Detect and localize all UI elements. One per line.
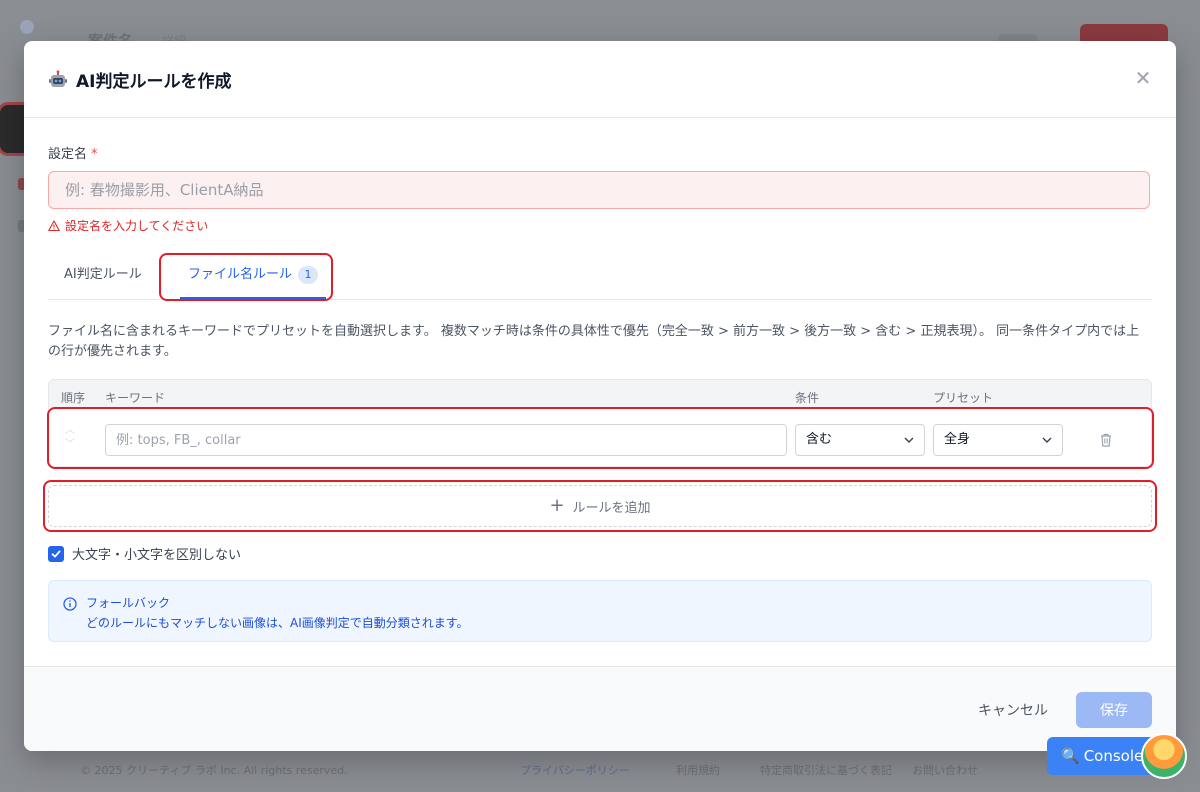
background-footer-link: 特定商取引法に基づく表記	[760, 764, 892, 777]
save-button[interactable]: 保存	[1076, 692, 1152, 728]
required-mark: *	[91, 147, 98, 162]
app-logo	[20, 20, 34, 34]
background-footer-copyright: © 2025 クリーティブ ラボ Inc. All rights reserve…	[80, 764, 348, 777]
tab-ai-rules[interactable]: AI判定ルール	[64, 259, 142, 299]
condition-value: 含む	[806, 432, 833, 447]
add-rule-label: ルールを追加	[572, 500, 651, 516]
create-rule-modal: AI判定ルールを作成 ✕ 設定名* 設定名を入力してください AI判定ルール フ…	[24, 41, 1176, 751]
check-icon	[51, 550, 61, 557]
chevron-down-icon[interactable]: ﹀	[63, 438, 77, 452]
reorder-handle[interactable]: ︿ ﹀	[63, 424, 77, 452]
tab-filename-rules[interactable]: ファイル名ルール 1	[180, 259, 327, 299]
case-insensitive-option: 大文字・小文字を区別しない	[48, 544, 241, 563]
close-icon[interactable]: ✕	[1134, 68, 1152, 88]
preset-select[interactable]: 全身	[933, 424, 1063, 456]
chevron-down-icon	[1042, 437, 1052, 443]
chevron-down-icon	[904, 437, 914, 443]
console-label: Console	[1083, 747, 1144, 765]
modal-footer: キャンセル 保存	[24, 666, 1176, 751]
rules-table: 順序 キーワード 条件 プリセット ︿ ﹀ 含む 全身	[48, 379, 1152, 467]
info-title: フォールバック	[86, 596, 171, 610]
background-footer-link: 利用規約	[676, 764, 720, 777]
rule-tabs: AI判定ルール ファイル名ルール 1	[48, 259, 1152, 300]
modal-title: AI判定ルールを作成	[48, 67, 231, 92]
table-header: 順序 キーワード 条件 プリセット	[49, 380, 1151, 408]
preset-value: 全身	[944, 432, 971, 447]
plus-icon: +	[549, 495, 565, 516]
case-insensitive-label: 大文字・小文字を区別しない	[72, 548, 242, 563]
name-input[interactable]	[48, 171, 1150, 209]
condition-select[interactable]: 含む	[795, 424, 925, 456]
cancel-button[interactable]: キャンセル	[968, 694, 1058, 726]
avatar[interactable]	[1141, 733, 1187, 779]
info-icon	[63, 597, 77, 611]
header-keyword: キーワード	[105, 391, 166, 405]
background-footer-link: プライバシーポリシー	[520, 764, 630, 777]
header-order: 順序	[61, 391, 86, 405]
chevron-up-icon[interactable]: ︿	[63, 424, 77, 438]
name-error-text: 設定名を入力してください	[65, 219, 209, 233]
warning-icon	[48, 219, 60, 231]
keyword-input[interactable]	[105, 424, 787, 456]
magnifier-icon: 🔍	[1061, 747, 1080, 765]
name-error: 設定名を入力してください	[48, 217, 208, 234]
case-insensitive-checkbox[interactable]	[48, 545, 64, 562]
trash-icon[interactable]	[1099, 432, 1113, 448]
modal-title-text: AI判定ルールを作成	[76, 72, 232, 92]
filename-rule-description: ファイル名に含まれるキーワードでプリセットを自動選択します。 複数マッチ時は条件…	[48, 324, 1140, 359]
fallback-info-box: フォールバック どのルールにもマッチしない画像は、AI画像判定で自動分類されます…	[48, 580, 1152, 642]
name-field-label: 設定名 *	[48, 147, 98, 162]
robot-icon	[49, 69, 67, 87]
modal-header: AI判定ルールを作成 ✕	[24, 41, 1176, 118]
info-body: どのルールにもマッチしない画像は、AI画像判定で自動分類されます。	[86, 616, 469, 630]
header-preset: プリセット	[933, 391, 994, 405]
background-footer-link: お問い合わせ	[912, 764, 978, 777]
header-condition: 条件	[795, 391, 820, 405]
tab-filename-rules-label: ファイル名ルール	[188, 267, 293, 282]
tab-count-badge: 1	[298, 266, 319, 284]
add-rule-button[interactable]: + ルールを追加	[48, 485, 1152, 527]
